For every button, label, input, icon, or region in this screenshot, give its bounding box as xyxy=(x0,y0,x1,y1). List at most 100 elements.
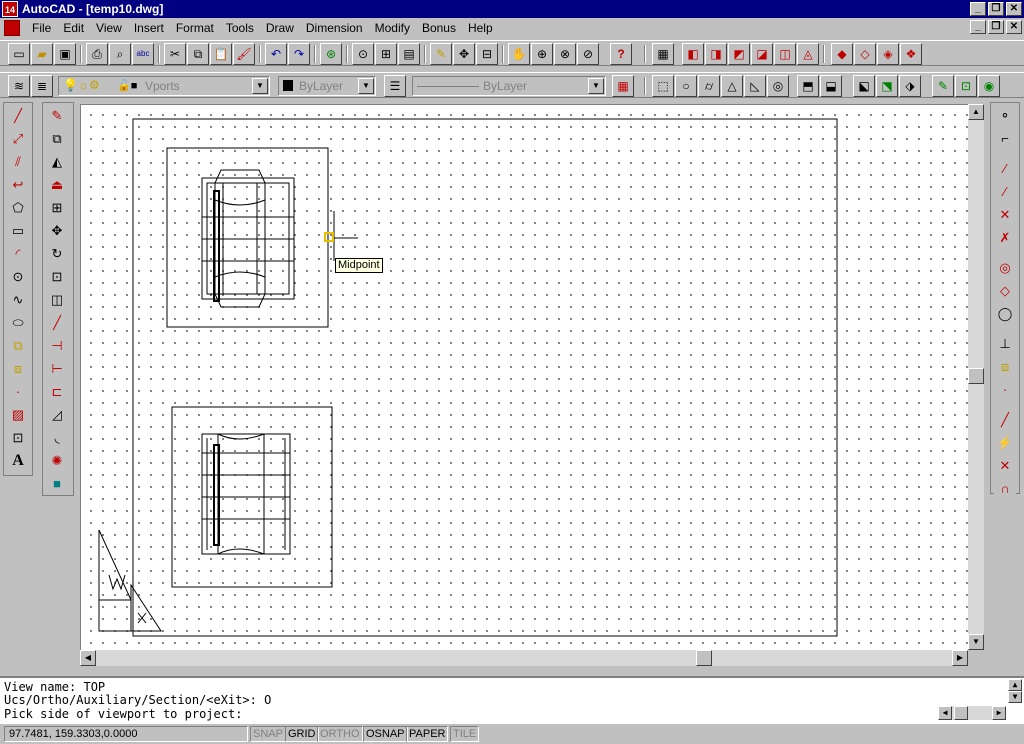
snap-endpoint-icon[interactable]: ⁄ xyxy=(994,158,1016,180)
horizontal-scroll-thumb[interactable] xyxy=(696,650,712,666)
print-icon[interactable]: ⎙ xyxy=(86,43,108,65)
menu-bonus[interactable]: Bonus xyxy=(416,21,462,35)
point-icon[interactable]: · xyxy=(7,381,29,403)
layer-combo[interactable]: 💡☼⚙ 🔓■ Vports ▼ xyxy=(58,76,270,96)
erase-icon[interactable]: ✎ xyxy=(46,105,68,127)
slice-icon[interactable]: ⬕ xyxy=(853,75,875,97)
snap-from-icon[interactable]: ⌐ xyxy=(994,128,1016,150)
color-combo[interactable]: ByLayer ▼ xyxy=(278,76,376,96)
setup-view-icon[interactable]: ⊡ xyxy=(955,75,977,97)
print-preview-icon[interactable]: ⌕ xyxy=(109,43,131,65)
inquiry-icon[interactable]: ✥ xyxy=(453,43,475,65)
setup-profile-icon[interactable]: ◉ xyxy=(978,75,1000,97)
paper-toggle[interactable]: PAPER xyxy=(406,726,449,742)
view-se-iso-icon[interactable]: ◇ xyxy=(854,43,876,65)
offset-icon[interactable]: ⏏ xyxy=(46,174,68,196)
command-scroll-up-button[interactable]: ▲ xyxy=(1008,679,1022,691)
properties-icon[interactable]: ✎ xyxy=(430,43,452,65)
snap-quadrant-icon[interactable]: ◇ xyxy=(994,280,1016,302)
snap-none-icon[interactable]: ✕ xyxy=(994,455,1016,477)
horizontal-scrollbar[interactable]: ◀ ▶ xyxy=(80,650,968,666)
zoom-previous-icon[interactable]: ⊘ xyxy=(577,43,599,65)
linetype-combo[interactable]: ByLayer ▼ xyxy=(412,76,606,96)
setup-drawing-icon[interactable]: ✎ xyxy=(932,75,954,97)
layers-icon[interactable]: ≣ xyxy=(31,75,53,97)
snap-intersection-icon[interactable]: ✕ xyxy=(994,204,1016,226)
command-scroll-down-button[interactable]: ▼ xyxy=(1008,691,1022,703)
multiline-icon[interactable]: ⫽ xyxy=(7,151,29,173)
copy-icon[interactable]: ⧉ xyxy=(187,43,209,65)
doc-close-button[interactable]: ✕ xyxy=(1006,20,1022,34)
extrude-icon[interactable]: ⬒ xyxy=(797,75,819,97)
command-hscroll[interactable]: ◀ ▶ xyxy=(938,706,1006,720)
wedge-icon[interactable]: ◺ xyxy=(744,75,766,97)
interfere-icon[interactable]: ⬗ xyxy=(899,75,921,97)
grid-toggle[interactable]: GRID xyxy=(285,726,319,742)
polyline-icon[interactable]: ↩ xyxy=(7,174,29,196)
ellipse-icon[interactable]: ⬭ xyxy=(7,312,29,334)
menu-help[interactable]: Help xyxy=(462,21,499,35)
snap-tangent-icon[interactable]: ◯ xyxy=(994,303,1016,325)
make-block-icon[interactable]: ⧈ xyxy=(7,358,29,380)
chevron-down-icon[interactable]: ▼ xyxy=(358,78,374,94)
circle-icon[interactable]: ⊙ xyxy=(7,266,29,288)
rotate-icon[interactable]: ↻ xyxy=(46,243,68,265)
view-back-icon[interactable]: ◬ xyxy=(797,43,819,65)
osnap-settings-icon[interactable]: ∩ xyxy=(994,478,1016,500)
cone-icon[interactable]: △ xyxy=(721,75,743,97)
help-icon[interactable]: ? xyxy=(610,43,632,65)
redraw-icon[interactable]: ⊟ xyxy=(476,43,498,65)
hatch-icon[interactable]: ▨ xyxy=(7,404,29,426)
sphere-icon[interactable]: ○ xyxy=(675,75,697,97)
redo-icon[interactable]: ↷ xyxy=(288,43,310,65)
browser-icon[interactable]: ⊛ xyxy=(320,43,342,65)
zoom-realtime-icon[interactable]: ⊕ xyxy=(531,43,553,65)
open-icon[interactable]: ▰ xyxy=(31,43,53,65)
torus-icon[interactable]: ◎ xyxy=(767,75,789,97)
make-object-layer-current-icon[interactable]: ≋ xyxy=(8,75,30,97)
region-icon[interactable]: ⊡ xyxy=(7,427,29,449)
chamfer-icon[interactable]: ◿ xyxy=(46,404,68,426)
explode-icon[interactable]: ✺ xyxy=(46,450,68,472)
menu-view[interactable]: View xyxy=(90,21,128,35)
mirror-icon[interactable]: ◭ xyxy=(46,151,68,173)
snap-quick-icon[interactable]: ⚡ xyxy=(994,432,1016,454)
move-icon[interactable]: ✥ xyxy=(46,220,68,242)
zoom-window-icon[interactable]: ⊗ xyxy=(554,43,576,65)
view-sw-iso-icon[interactable]: ◆ xyxy=(831,43,853,65)
vertical-scroll-thumb[interactable] xyxy=(968,368,984,384)
rectangle-icon[interactable]: ▭ xyxy=(7,220,29,242)
menu-insert[interactable]: Insert xyxy=(128,21,170,35)
stretch-icon[interactable]: ◫ xyxy=(46,289,68,311)
tile-toggle[interactable]: TILE xyxy=(450,726,480,742)
coordinate-display[interactable]: 97.7481, 159.3303,0.0000 xyxy=(4,726,248,742)
scroll-down-button[interactable]: ▼ xyxy=(968,634,984,650)
snap-center-icon[interactable]: ◎ xyxy=(994,257,1016,279)
match-properties-icon[interactable]: 🖌 xyxy=(233,43,255,65)
color-palette-icon[interactable]: ▦ xyxy=(612,75,634,97)
tracking-icon[interactable]: ⚬ xyxy=(994,105,1016,127)
menu-tools[interactable]: Tools xyxy=(220,21,260,35)
scroll-right-button[interactable]: ▶ xyxy=(952,650,968,666)
construction-line-icon[interactable]: ⤢ xyxy=(7,128,29,150)
menu-dimension[interactable]: Dimension xyxy=(300,21,369,35)
object-snap-icon[interactable]: ⊙ xyxy=(352,43,374,65)
polygon-icon[interactable]: ⬠ xyxy=(7,197,29,219)
line-icon[interactable]: ╱ xyxy=(7,105,29,127)
spline-icon[interactable]: ∿ xyxy=(7,289,29,311)
ortho-toggle[interactable]: ORTHO xyxy=(317,726,363,742)
doc-minimize-button[interactable]: _ xyxy=(970,20,986,34)
command-prompt[interactable]: Pick side of viewport to project: xyxy=(4,707,242,721)
paste-icon[interactable]: 📋 xyxy=(210,43,232,65)
linetype-icon[interactable]: ☰ xyxy=(384,75,406,97)
snap-perpendicular-icon[interactable]: ⊥ xyxy=(994,333,1016,355)
drawing-canvas[interactable]: Midpoint xyxy=(80,104,968,650)
view-ne-iso-icon[interactable]: ◈ xyxy=(877,43,899,65)
command-window[interactable]: View name: TOP Ucs/Ortho/Auxiliary/Secti… xyxy=(0,676,1024,724)
view-left-icon[interactable]: ◩ xyxy=(728,43,750,65)
menu-draw[interactable]: Draw xyxy=(260,21,300,35)
osnap-toggle[interactable]: OSNAP xyxy=(363,726,408,742)
named-views-icon[interactable]: ▤ xyxy=(398,43,420,65)
restore-button[interactable]: ❐ xyxy=(988,2,1004,16)
chevron-down-icon[interactable]: ▼ xyxy=(252,78,268,94)
